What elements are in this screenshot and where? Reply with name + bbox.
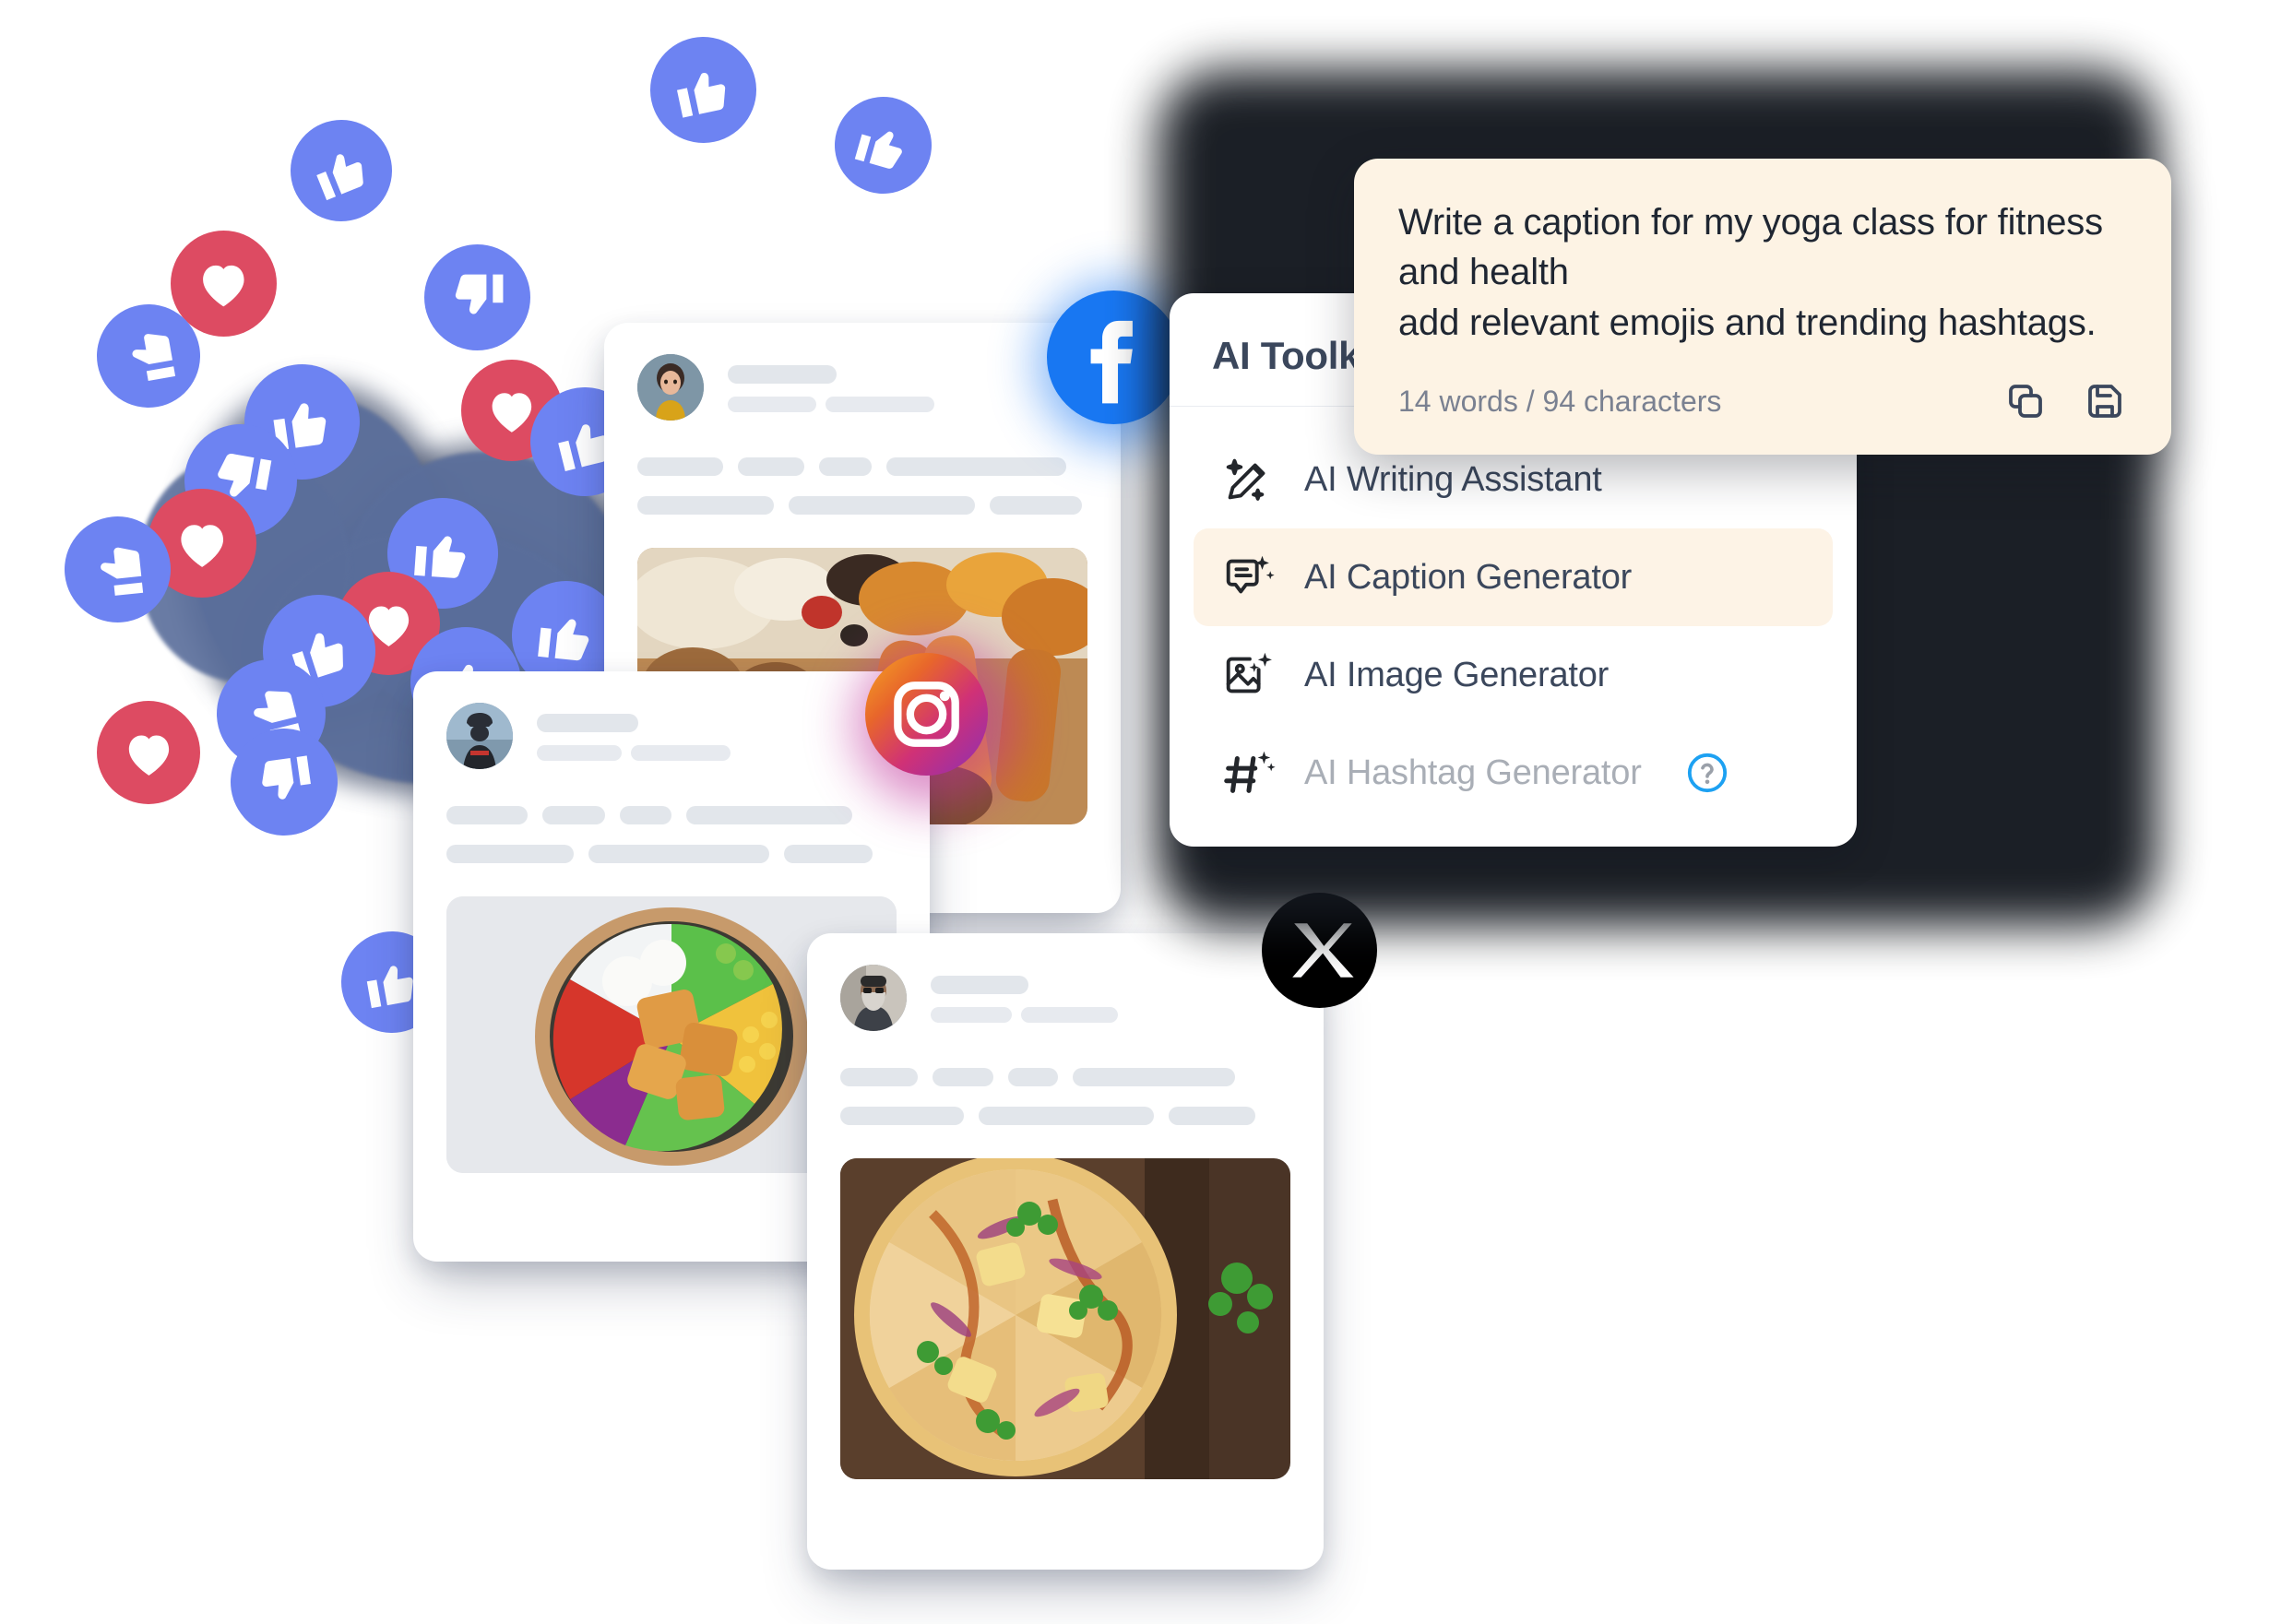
post-media-bbq-pizza (840, 1158, 1290, 1479)
skeleton-bar (990, 496, 1082, 515)
skeleton-bar (784, 845, 873, 863)
save-icon[interactable] (2083, 379, 2127, 423)
post-card-x[interactable] (807, 933, 1324, 1570)
magic-hashtag-icon (1219, 744, 1277, 801)
help-icon[interactable] (1686, 752, 1729, 794)
menu-item-label: AI Hashtag Generator (1304, 753, 1642, 792)
magic-caption-icon (1219, 549, 1277, 606)
post-author-placeholder (931, 974, 1118, 1023)
skeleton-bar (446, 845, 574, 863)
skeleton-bar (979, 1107, 1154, 1125)
skeleton-bar (537, 713, 638, 732)
post-author-placeholder (728, 363, 934, 412)
post-body-placeholder (604, 421, 1121, 515)
copy-icon[interactable] (2003, 379, 2048, 423)
prompt-text: Write a caption for my yoga class for fi… (1398, 202, 2103, 343)
post-header (807, 933, 1324, 1031)
skeleton-bar (789, 496, 975, 515)
avatar (840, 965, 907, 1031)
reaction-like (640, 27, 766, 153)
menu-item-label: AI Writing Assistant (1304, 459, 1602, 499)
skeleton-bar (886, 457, 1066, 476)
skeleton-bar (1169, 1107, 1255, 1125)
ai-toolkit-menu: AI Writing Assistant AI Caption Generato… (1170, 407, 1857, 847)
skeleton-bar (637, 457, 723, 476)
skeleton-bar (931, 975, 1028, 994)
skeleton-bar (542, 806, 605, 824)
word-character-count: 14 words / 94 characters (1398, 384, 1722, 418)
post-header (413, 671, 930, 769)
menu-item-label: AI Caption Generator (1304, 557, 1633, 597)
reaction-like (275, 104, 408, 237)
skeleton-bar (728, 364, 837, 384)
skeleton-bar (931, 1006, 1012, 1023)
instagram-badge[interactable] (865, 653, 988, 776)
reaction-dislike (424, 244, 530, 350)
menu-item-ai-hashtag-generator[interactable]: AI Hashtag Generator (1194, 724, 1833, 822)
skeleton-bar (631, 744, 731, 761)
menu-item-ai-image-generator[interactable]: AI Image Generator (1194, 626, 1833, 724)
skeleton-bar (933, 1068, 993, 1086)
reaction-love (97, 701, 200, 804)
post-body-placeholder (807, 1031, 1324, 1125)
prompt-actions (2003, 379, 2127, 423)
skeleton-bar (840, 1107, 964, 1125)
magic-image-icon (1219, 646, 1277, 704)
ai-prompt-card: Write a caption for my yoga class for fi… (1354, 159, 2171, 456)
avatar (446, 703, 513, 769)
skeleton-bar (537, 744, 622, 761)
avatar (637, 354, 704, 421)
skeleton-bar (637, 496, 774, 515)
post-body-placeholder (413, 769, 930, 863)
post-author-placeholder (537, 712, 731, 761)
skeleton-bar (819, 457, 872, 476)
prompt-footer: 14 words / 94 characters (1398, 379, 2127, 423)
skeleton-bar (620, 806, 671, 824)
menu-item-label: AI Image Generator (1304, 655, 1610, 694)
skeleton-bar (1008, 1068, 1058, 1086)
reaction-like (823, 85, 944, 206)
skeleton-bar (1073, 1068, 1235, 1086)
skeleton-bar (686, 806, 852, 824)
skeleton-bar (738, 457, 804, 476)
skeleton-bar (1021, 1006, 1118, 1023)
skeleton-bar (446, 806, 528, 824)
skeleton-bar (588, 845, 769, 863)
skeleton-bar (826, 396, 934, 412)
menu-item-ai-caption-generator[interactable]: AI Caption Generator (1194, 528, 1833, 626)
skeleton-bar (728, 396, 816, 412)
skeleton-bar (840, 1068, 918, 1086)
illustration-canvas: AI Toolkit AI Writing Assistant AI Capti… (0, 0, 2281, 1624)
magic-pencil-icon (1219, 451, 1277, 508)
